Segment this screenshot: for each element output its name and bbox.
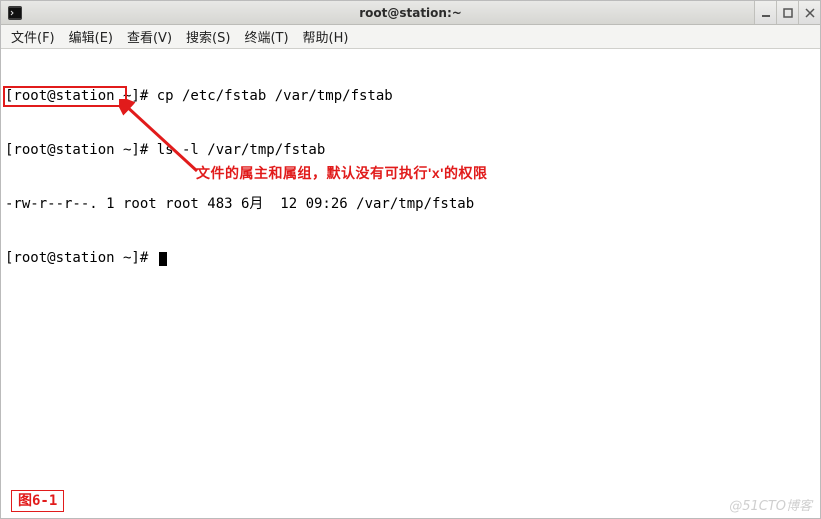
terminal-line: [root@station ~]# ls -l /var/tmp/fstab <box>5 141 816 159</box>
maximize-button[interactable] <box>776 1 798 24</box>
menu-help[interactable]: 帮助(H) <box>297 25 355 48</box>
watermark: @51CTO博客 <box>729 495 812 514</box>
window-title: root@station:~ <box>359 6 462 20</box>
menu-file[interactable]: 文件(F) <box>5 25 61 48</box>
terminal-line: [root@station ~]# cp /etc/fstab /var/tmp… <box>5 87 816 105</box>
menu-terminal[interactable]: 终端(T) <box>238 25 294 48</box>
terminal-line: [root@station ~]# <box>5 249 816 267</box>
menu-edit[interactable]: 编辑(E) <box>63 25 119 48</box>
menubar: 文件(F) 编辑(E) 查看(V) 搜索(S) 终端(T) 帮助(H) <box>1 25 820 49</box>
figure-label: 图6-1 <box>11 490 64 512</box>
annotation-text: 文件的属主和属组，默认没有可执行'x'的权限 <box>196 164 487 182</box>
window-titlebar: root@station:~ <box>1 1 820 25</box>
terminal-icon <box>7 5 23 21</box>
terminal-area[interactable]: [root@station ~]# cp /etc/fstab /var/tmp… <box>1 49 820 494</box>
menu-view[interactable]: 查看(V) <box>121 25 178 48</box>
terminal-cursor <box>159 252 167 266</box>
terminal-line: -rw-r--r--. 1 root root 483 6月 12 09:26 … <box>5 195 816 213</box>
close-button[interactable] <box>798 1 820 24</box>
minimize-button[interactable] <box>754 1 776 24</box>
window-controls <box>754 1 820 24</box>
menu-search[interactable]: 搜索(S) <box>180 25 236 48</box>
